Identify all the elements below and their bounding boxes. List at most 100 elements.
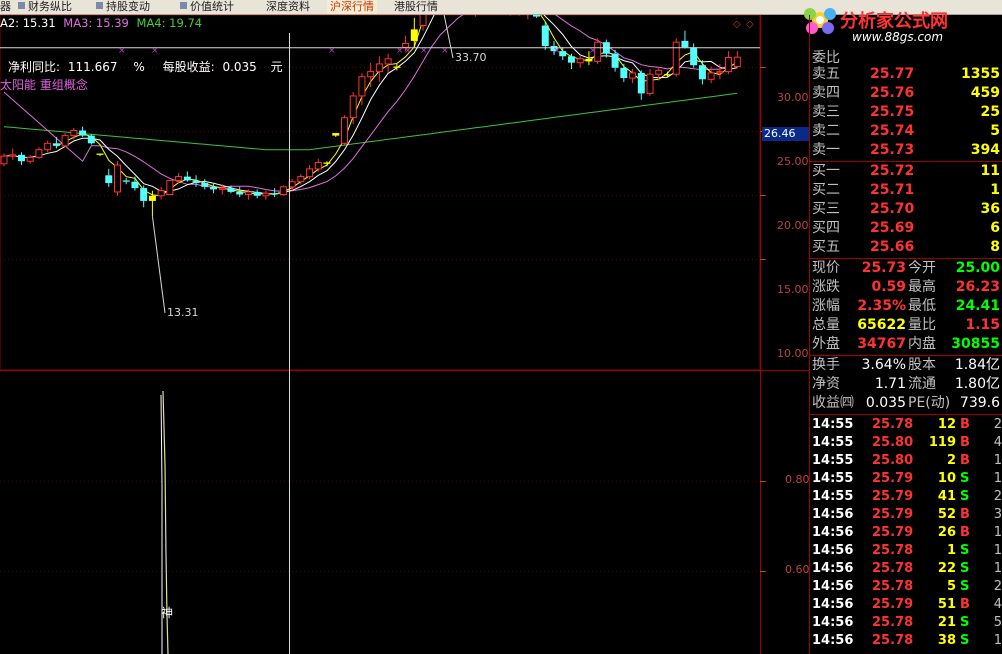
- stat-label: 最低: [908, 298, 936, 314]
- level-price: 25.69: [870, 220, 915, 236]
- trade-side: B: [960, 597, 970, 612]
- candle-body: [358, 76, 366, 97]
- candle-body: [140, 188, 148, 201]
- candle-body: [105, 175, 113, 183]
- fund-label: 收益㈣: [812, 395, 854, 411]
- level-price: 25.66: [870, 239, 915, 255]
- tab-deep-data[interactable]: 深度资料: [266, 0, 310, 14]
- signal-marker: ×: [441, 46, 449, 56]
- trade-volume: 10: [937, 471, 956, 486]
- candle-body: [620, 67, 628, 79]
- indicator-signal-label: 神: [161, 606, 174, 620]
- tab-label: 持股变动: [106, 0, 150, 13]
- candlestick: [690, 43, 698, 68]
- level-volume: 459: [970, 85, 1000, 101]
- trade-volume: 119: [928, 435, 956, 450]
- trade-row: 14:56 25.79 52 B 3: [810, 506, 1002, 524]
- candlestick: [70, 127, 78, 140]
- candle-body: [655, 69, 663, 75]
- trade-price: 25.78: [872, 615, 914, 630]
- stat-value: 1.15: [965, 317, 1000, 333]
- candlestick: [17, 152, 25, 166]
- stat-label: 最高: [908, 279, 936, 295]
- candle-body: [87, 135, 95, 144]
- candle-body: [690, 47, 698, 66]
- candle-body: [218, 187, 226, 190]
- candle-body: [96, 153, 104, 155]
- candlestick: [183, 171, 191, 182]
- trade-row: 14:56 25.78 38 S 1: [810, 632, 1002, 650]
- ma-long-line: [3, 92, 738, 151]
- level-label: 卖三: [812, 104, 840, 120]
- axis-label: 30.00: [777, 91, 809, 104]
- trade-price: 25.79: [872, 597, 914, 612]
- candle-body: [244, 191, 252, 196]
- trade-count: 3: [993, 507, 1002, 522]
- fund-label: PE(动): [908, 395, 951, 411]
- candle-body: [297, 176, 305, 183]
- candlestick: [52, 136, 60, 149]
- trade-row: 14:55 25.79 41 S 2: [810, 488, 1002, 506]
- candlestick: [681, 30, 689, 49]
- candle-body: [192, 180, 200, 183]
- tab-hk-quotes[interactable]: 港股行情: [394, 0, 438, 14]
- chart-marks: × × × × × × × × ×◇ ◇: [0, 15, 760, 654]
- trade-time: 14:55: [812, 417, 854, 432]
- trade-side: S: [960, 561, 970, 576]
- fund-label: 股本: [908, 357, 936, 373]
- candlesticks: [0, 15, 741, 217]
- candle-body: [541, 25, 549, 47]
- candlestick: [646, 69, 654, 96]
- tab-financial-compare[interactable]: 财务纵比: [18, 0, 72, 14]
- eps-label: 每股收益:: [162, 60, 215, 74]
- trade-price: 25.78: [872, 633, 914, 648]
- tab-label: 沪深行情: [330, 0, 374, 13]
- trade-side: B: [960, 417, 970, 432]
- stat-label: 现价: [812, 260, 840, 276]
- fund-value: 0.035: [865, 395, 906, 411]
- candle-body: [0, 155, 8, 165]
- candlestick: [140, 185, 148, 208]
- trade-time: 14:56: [812, 561, 854, 576]
- level-label: 卖四: [812, 85, 840, 101]
- stat-value: 25.73: [861, 260, 906, 276]
- stat-label: 量比: [908, 317, 936, 333]
- tab-value-stats[interactable]: 价值统计: [180, 0, 234, 14]
- candle-body: [733, 56, 741, 67]
- candlestick: [131, 176, 139, 191]
- candle-body: [375, 63, 383, 73]
- candlestick: [725, 51, 733, 75]
- trade-time: 14:55: [812, 435, 854, 450]
- candlestick: [279, 185, 287, 196]
- trade-side: B: [960, 453, 970, 468]
- kline-chart[interactable]: × × × × × × × × ×◇ ◇: [0, 15, 810, 654]
- fundamental-row: 收益㈣ 0.035 PE(动) 739.6: [810, 394, 1002, 412]
- trade-price: 25.80: [872, 435, 914, 450]
- buy-row-3: 买三 25.70 36: [810, 200, 1002, 218]
- indicator-axis-label: 0.80: [785, 473, 810, 486]
- candlestick: [201, 179, 209, 190]
- tab-tool[interactable]: 器: [0, 0, 11, 14]
- candlestick: [620, 63, 628, 82]
- tab-holding-change[interactable]: 持股变动: [96, 0, 150, 14]
- candle-body: [52, 143, 60, 146]
- candle-body: [323, 162, 331, 164]
- grid-icon: [96, 2, 103, 9]
- candle-body: [131, 181, 139, 189]
- trade-price: 25.78: [872, 543, 914, 558]
- eps-unit: 元: [270, 60, 283, 74]
- level-label: 买五: [812, 239, 840, 255]
- trade-count: 2: [993, 579, 1002, 594]
- candle-body: [113, 164, 121, 193]
- tab-label: 港股行情: [394, 0, 438, 13]
- level-price: 25.73: [870, 142, 915, 158]
- candle-body: [716, 71, 724, 74]
- candlestick: [9, 148, 17, 160]
- tab-sh-sz-quotes[interactable]: 沪深行情: [327, 0, 377, 14]
- candlestick: [576, 54, 584, 68]
- trade-volume: 21: [937, 615, 956, 630]
- candle-body: [681, 40, 689, 48]
- chart-grid: [0, 15, 810, 654]
- grid-icon: [18, 2, 25, 9]
- candlestick: [113, 161, 121, 196]
